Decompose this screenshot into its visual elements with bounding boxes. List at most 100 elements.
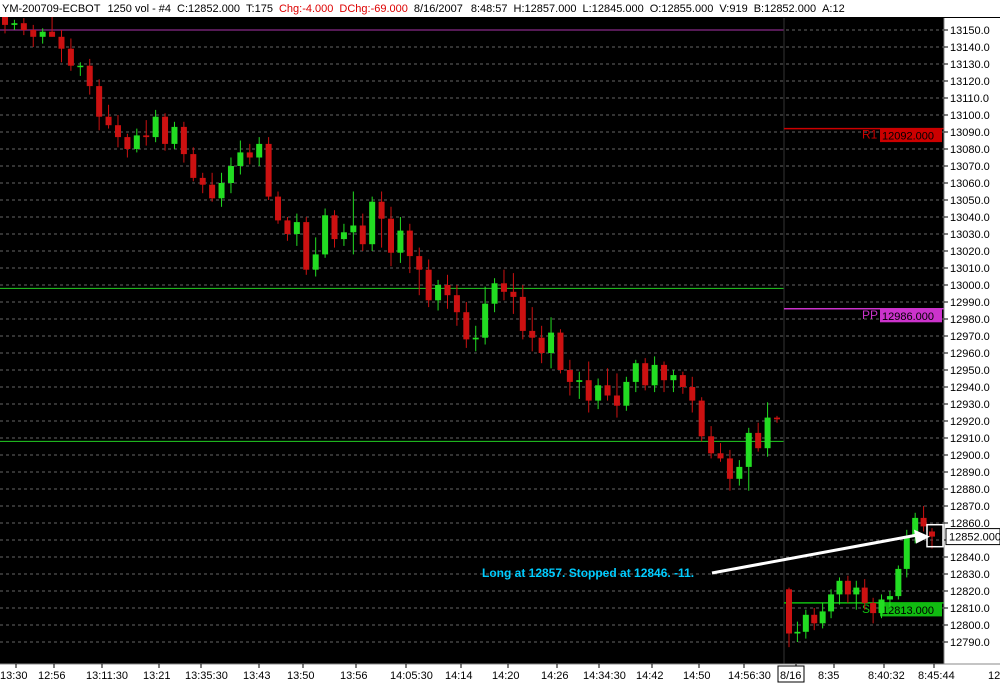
candle-body	[566, 370, 573, 382]
time-tick-label: 14:34:30	[583, 670, 626, 682]
price-tick-label: 12800.0	[950, 620, 990, 632]
candle-body	[613, 395, 620, 406]
candle-body	[30, 30, 37, 37]
candle-body	[548, 332, 555, 353]
candle-body	[642, 363, 649, 386]
candle-body	[86, 65, 93, 87]
price-tick-label: 13130.0	[950, 59, 990, 71]
header-volume: V:919	[719, 3, 747, 15]
header-time: 8:48:57	[471, 3, 508, 15]
price-tick-label: 12840.0	[950, 552, 990, 564]
header-bid: B:12852.000	[754, 3, 816, 15]
candle-body	[49, 31, 56, 37]
time-tick-label: 13:21	[143, 670, 171, 682]
candle-body	[679, 375, 686, 387]
candle-body	[397, 230, 404, 253]
price-tick-label: 12960.0	[950, 348, 990, 360]
price-tick-label: 12980.0	[950, 314, 990, 326]
candle-body	[755, 432, 762, 449]
candle-body	[717, 453, 724, 459]
time-tick-label: 8/16	[780, 670, 801, 682]
time-tick-label: 13:56	[340, 670, 368, 682]
candle-body	[180, 126, 187, 155]
price-tick-label: 13150.0	[950, 25, 990, 37]
candle-body	[133, 135, 140, 149]
candle-body	[510, 291, 517, 297]
candle-body	[604, 385, 611, 396]
candle-body	[819, 611, 826, 624]
time-tick-label: 14:20	[492, 670, 520, 682]
price-tick-label: 12970.0	[950, 331, 990, 343]
candle-body	[895, 568, 902, 597]
candle-body	[96, 86, 103, 117]
candle-body	[500, 283, 507, 292]
price-tick-label: 12990.0	[950, 297, 990, 309]
candle-body	[39, 31, 46, 37]
candle-body	[774, 417, 780, 420]
price-tick-label: 12950.0	[950, 365, 990, 377]
candle-body	[576, 380, 583, 382]
price-tick-label: 13000.0	[950, 280, 990, 292]
candle-body	[67, 48, 74, 66]
price-tick-label: 13120.0	[950, 76, 990, 88]
pivot-value-r1: 12092.000	[882, 131, 934, 143]
candle-body	[764, 417, 771, 449]
candle-body	[623, 381, 630, 406]
candle-body	[878, 599, 885, 614]
price-tick-label: 13090.0	[950, 127, 990, 139]
candle-body	[105, 116, 112, 126]
candle-body	[152, 116, 159, 138]
candle-body	[114, 125, 121, 138]
candle-body	[491, 283, 498, 304]
candle-body	[350, 225, 357, 233]
candle-body	[929, 531, 935, 537]
candle-body	[246, 152, 253, 158]
candle-body	[519, 296, 526, 331]
price-tick-label: 12910.0	[950, 433, 990, 445]
price-tick-label: 13050.0	[950, 195, 990, 207]
price-tick-label: 12920.0	[950, 416, 990, 428]
candle-body	[736, 466, 743, 479]
candle-body	[275, 196, 282, 221]
candle-body	[585, 380, 592, 401]
candle-body	[190, 154, 197, 178]
time-tick-label: 12:56	[38, 670, 66, 682]
candle-body	[811, 614, 818, 624]
time-tick-label: 13:30	[0, 670, 28, 682]
candle-body	[293, 222, 300, 234]
candle-body	[416, 256, 423, 270]
price-tick-label: 13100.0	[950, 110, 990, 122]
time-tick-label: 13:35:30	[185, 670, 228, 682]
time-tick-label: 13:43	[243, 670, 271, 682]
candle-body	[853, 587, 860, 595]
candle-body	[162, 116, 169, 144]
price-tick-label: 13080.0	[950, 144, 990, 156]
candle-body	[903, 536, 910, 569]
price-tick-label: 12790.0	[950, 637, 990, 649]
time-tick-label: 8:40:32	[868, 670, 905, 682]
time-tick-label: 14:05:30	[390, 670, 433, 682]
price-tick-label: 13040.0	[950, 212, 990, 224]
candle-body	[828, 594, 835, 612]
candle-body	[538, 337, 545, 353]
candle-body	[340, 232, 347, 240]
header-open: O:12855.000	[650, 3, 714, 15]
time-tick-label: 14:14	[445, 670, 473, 682]
time-tick-label: 8:45:44	[918, 670, 955, 682]
candle-body	[312, 254, 319, 270]
price-tick-label: 12900.0	[950, 450, 990, 462]
last-price-marker: 12852.000	[945, 528, 1000, 546]
price-tick-label: 12830.0	[950, 569, 990, 581]
header-symbol: YM-200709-ECBOT	[2, 3, 101, 15]
price-axis-ticks: 12790.0 12800.0 12810.0 12820.0 12830.0 12840…	[944, 25, 990, 649]
pivot-value-pp: 12986.000	[882, 311, 934, 323]
price-tick-label: 12870.0	[950, 501, 990, 513]
price-tick-label: 12890.0	[950, 467, 990, 479]
candle-body	[670, 375, 677, 381]
candle-body	[802, 614, 809, 632]
time-tick-label: 8:35	[818, 670, 839, 682]
header-chg: Chg:-4.000	[279, 3, 333, 15]
candle-body	[227, 166, 234, 183]
candle-body	[199, 177, 206, 185]
candle-body	[171, 126, 178, 144]
